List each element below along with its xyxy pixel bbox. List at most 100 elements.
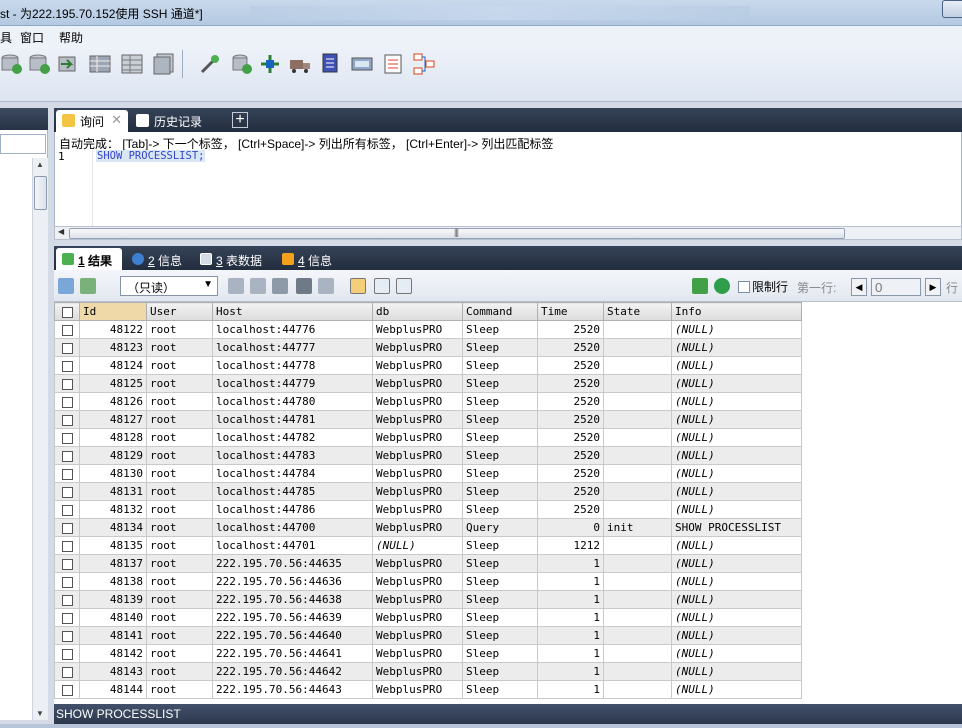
cell-state[interactable]: [603, 410, 672, 429]
export-icon[interactable]: [58, 278, 74, 294]
object-browser-scrollbar[interactable]: ▲ ▼: [32, 158, 48, 720]
cell-db[interactable]: WebplusPRO: [372, 662, 463, 681]
row-select-cell[interactable]: [54, 680, 80, 699]
row-checkbox[interactable]: [61, 522, 73, 534]
cell-host[interactable]: 222.195.70.56:44638: [212, 590, 373, 609]
readonly-select[interactable]: （只读） ▼: [120, 276, 218, 296]
close-icon[interactable]: ✕: [111, 112, 122, 128]
row-checkbox[interactable]: [61, 504, 73, 516]
limit-rows-checkbox[interactable]: 限制行: [738, 278, 788, 295]
tab-query[interactable]: 询问 ✕: [56, 110, 128, 132]
cell-info[interactable]: (NULL): [671, 482, 802, 501]
row-select-cell[interactable]: [54, 392, 80, 411]
cell-command[interactable]: Sleep: [462, 428, 538, 447]
cell-info[interactable]: (NULL): [671, 500, 802, 519]
cell-db[interactable]: WebplusPRO: [372, 626, 463, 645]
cell-time[interactable]: 2520: [537, 374, 604, 393]
sql-code[interactable]: SHOW PROCESSLIST;: [96, 150, 206, 162]
cell-host[interactable]: 222.195.70.56:44635: [212, 554, 373, 573]
cell-db[interactable]: WebplusPRO: [372, 590, 463, 609]
cell-info[interactable]: (NULL): [671, 392, 802, 411]
cell-time[interactable]: 2520: [537, 356, 604, 375]
tab-history[interactable]: 历史记录: [130, 110, 230, 132]
cell-id[interactable]: 48144: [79, 680, 147, 699]
cell-id[interactable]: 48128: [79, 428, 147, 447]
cell-command[interactable]: Sleep: [462, 626, 538, 645]
cell-host[interactable]: 222.195.70.56:44639: [212, 608, 373, 627]
tab-info[interactable]: 4 信息: [276, 248, 342, 270]
cell-time[interactable]: 2520: [537, 428, 604, 447]
cell-db[interactable]: WebplusPRO: [372, 320, 463, 339]
row-checkbox[interactable]: [61, 396, 73, 408]
cell-time[interactable]: 1: [537, 554, 604, 573]
cell-user[interactable]: root: [146, 356, 213, 375]
row-checkbox[interactable]: [61, 450, 73, 462]
cell-user[interactable]: root: [146, 410, 213, 429]
cell-time[interactable]: 0: [537, 518, 604, 537]
cell-command[interactable]: Sleep: [462, 320, 538, 339]
cell-id[interactable]: 48139: [79, 590, 147, 609]
col-header-command[interactable]: Command: [462, 302, 538, 321]
sync-icon[interactable]: [258, 52, 282, 76]
cell-command[interactable]: Sleep: [462, 644, 538, 663]
menu-help[interactable]: 帮助: [59, 29, 83, 46]
row-select-cell[interactable]: [54, 428, 80, 447]
cell-id[interactable]: 48140: [79, 608, 147, 627]
row-checkbox[interactable]: [61, 648, 73, 660]
cell-time[interactable]: 2520: [537, 338, 604, 357]
table-row[interactable]: 48138 root 222.195.70.56:44636 WebplusPRO Sl…: [54, 572, 802, 591]
cell-id[interactable]: 48134: [79, 518, 147, 537]
tab-messages[interactable]: 2 信息: [126, 248, 192, 270]
cell-db[interactable]: WebplusPRO: [372, 338, 463, 357]
row-select-cell[interactable]: [54, 500, 80, 519]
row-checkbox[interactable]: [61, 666, 73, 678]
cell-time[interactable]: 1: [537, 680, 604, 699]
cell-id[interactable]: 48129: [79, 446, 147, 465]
cell-id[interactable]: 48132: [79, 500, 147, 519]
row-select-cell[interactable]: [54, 536, 80, 555]
row-select-cell[interactable]: [54, 608, 80, 627]
cell-command[interactable]: Sleep: [462, 410, 538, 429]
cell-info[interactable]: (NULL): [671, 626, 802, 645]
cell-user[interactable]: root: [146, 320, 213, 339]
col-header-id[interactable]: Id: [79, 302, 147, 321]
cell-db[interactable]: WebplusPRO: [372, 410, 463, 429]
table-row[interactable]: 48139 root 222.195.70.56:44638 WebplusPRO Sl…: [54, 590, 802, 609]
next-page-button[interactable]: ▶: [925, 278, 941, 296]
row-checkbox[interactable]: [61, 594, 73, 606]
cell-host[interactable]: 222.195.70.56:44642: [212, 662, 373, 681]
cell-command[interactable]: Sleep: [462, 338, 538, 357]
cell-command[interactable]: Sleep: [462, 590, 538, 609]
cell-host[interactable]: 222.195.70.56:44643: [212, 680, 373, 699]
cell-state[interactable]: [603, 338, 672, 357]
cell-db[interactable]: (NULL): [372, 536, 463, 555]
table-row[interactable]: 48129 root localhost:44783 WebplusPRO Sleep 2…: [54, 446, 802, 465]
text-view-icon[interactable]: [396, 278, 412, 294]
cell-user[interactable]: root: [146, 608, 213, 627]
select-all-checkbox[interactable]: [61, 306, 73, 318]
row-checkbox[interactable]: [61, 360, 73, 372]
cell-time[interactable]: 2520: [537, 500, 604, 519]
col-header-info[interactable]: Info: [671, 302, 802, 321]
monitor-icon[interactable]: [350, 52, 374, 76]
cell-id[interactable]: 48126: [79, 392, 147, 411]
cell-host[interactable]: 222.195.70.56:44636: [212, 572, 373, 591]
editor-hscrollbar[interactable]: ◀ |||: [54, 226, 962, 240]
db-connect-icon[interactable]: [0, 52, 24, 76]
table-row[interactable]: 48144 root 222.195.70.56:44643 WebplusPRO Sl…: [54, 680, 802, 699]
cell-time[interactable]: 2520: [537, 392, 604, 411]
table-icon[interactable]: [88, 52, 112, 76]
cell-command[interactable]: Sleep: [462, 356, 538, 375]
cell-id[interactable]: 48131: [79, 482, 147, 501]
row-checkbox[interactable]: [61, 558, 73, 570]
grid-view-icon[interactable]: [350, 278, 366, 294]
scroll-up-icon[interactable]: ▲: [36, 160, 44, 169]
cell-info[interactable]: (NULL): [671, 338, 802, 357]
cell-id[interactable]: 48141: [79, 626, 147, 645]
menu-tools[interactable]: 具: [0, 29, 12, 46]
cell-db[interactable]: WebplusPRO: [372, 572, 463, 591]
save-icon[interactable]: [272, 278, 288, 294]
row-select-cell[interactable]: [54, 572, 80, 591]
row-select-cell[interactable]: [54, 590, 80, 609]
cell-time[interactable]: 2520: [537, 482, 604, 501]
